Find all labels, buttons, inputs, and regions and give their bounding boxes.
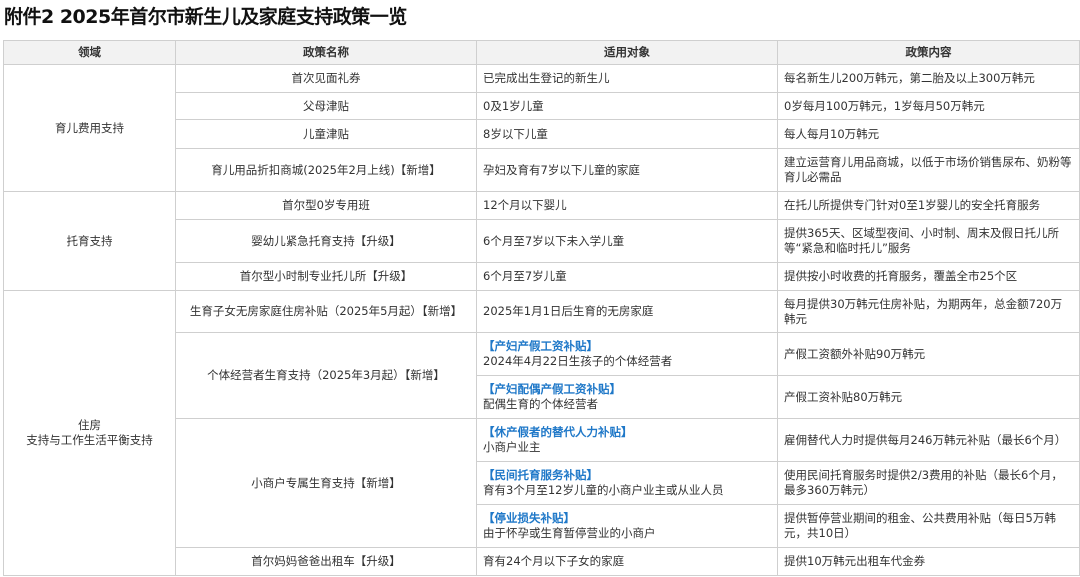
policy-cell: 首尔型0岁专用班 [175, 191, 477, 220]
policy-cell: 首尔妈妈爸爸出租车【升级】 [175, 547, 477, 576]
content-cell: 提供按小时收费的托育服务，覆盖全市25个区 [777, 262, 1080, 291]
target-cell: 【产妇配偶产假工资补贴】 配偶生育的个体经营者 [476, 375, 778, 419]
target-cell: 12个月以下婴儿 [476, 191, 778, 220]
header-content: 政策内容 [777, 40, 1080, 65]
target-title: 【产妇产假工资补贴】 [483, 339, 598, 353]
target-text: 小商户业主 [483, 440, 541, 454]
target-cell: 孕妇及育有7岁以下儿童的家庭 [476, 148, 778, 192]
table-header-row: 领域 政策名称 适用对象 政策内容 [3, 40, 1080, 65]
policy-cell: 父母津贴 [175, 92, 477, 120]
policy-cell: 首次见面礼券 [175, 64, 477, 93]
target-text: 2024年4月22日生孩子的个体经营者 [483, 354, 673, 368]
target-cell: 育有24个月以下子女的家庭 [476, 547, 778, 576]
target-cell: 6个月至7岁以下未入学儿童 [476, 219, 778, 263]
content-cell: 使用民间托育服务时提供2/3费用的补贴（最长6个月，最多360万韩元） [777, 461, 1080, 505]
content-cell: 每月提供30万韩元住房补贴，为期两年，总金额720万韩元 [777, 290, 1080, 333]
target-cell: 6个月至7岁儿童 [476, 262, 778, 291]
target-cell: 【休产假者的替代人力补贴】 小商户业主 [476, 418, 778, 462]
policy-cell: 育儿用品折扣商城(2025年2月上线)【新增】 [175, 148, 477, 192]
content-cell: 产假工资补贴80万韩元 [777, 375, 1080, 419]
content-cell: 建立运营育儿用品商城，以低于市场价销售尿布、奶粉等育儿必需品 [777, 148, 1080, 192]
target-title: 【停业损失补贴】 [483, 511, 575, 525]
content-cell: 雇佣替代人力时提供每月246万韩元补贴（最长6个月） [777, 418, 1080, 462]
target-text: 育有3个月至12岁儿童的小商户业主或从业人员 [483, 483, 724, 497]
target-text: 配偶生育的个体经营者 [483, 397, 598, 411]
policy-table: 领域 政策名称 适用对象 政策内容 育儿费用支持 首次见面礼券 已完成出生登记的… [3, 40, 1080, 576]
target-cell: 【产妇产假工资补贴】 2024年4月22日生孩子的个体经营者 [476, 332, 778, 376]
content-cell: 提供10万韩元出租车代金券 [777, 547, 1080, 576]
target-title: 【产妇配偶产假工资补贴】 [483, 382, 621, 396]
domain-housing-line2: 支持与工作生活平衡支持 [26, 433, 153, 447]
target-text: 由于怀孕或生育暂停营业的小商户 [483, 526, 656, 540]
content-cell: 在托儿所提供专门针对0至1岁婴儿的安全托育服务 [777, 191, 1080, 220]
domain-cell-childcare: 托育支持 [3, 191, 176, 291]
target-cell: 【民间托育服务补贴】 育有3个月至12岁儿童的小商户业主或从业人员 [476, 461, 778, 505]
policy-cell: 小商户专属生育支持【新增】 [175, 418, 477, 548]
target-title: 【民间托育服务补贴】 [483, 468, 598, 482]
header-domain: 领域 [3, 40, 176, 65]
table-row: 育儿费用支持 首次见面礼券 已完成出生登记的新生儿 每名新生儿200万韩元，第二… [3, 64, 1080, 192]
header-policy-name: 政策名称 [175, 40, 477, 65]
content-cell: 0岁每月100万韩元，1岁每月50万韩元 [777, 92, 1080, 120]
target-cell: 【停业损失补贴】 由于怀孕或生育暂停营业的小商户 [476, 504, 778, 548]
content-cell: 提供暂停营业期间的租金、公共费用补贴（每日5万韩元，共10日） [777, 504, 1080, 548]
header-target: 适用对象 [476, 40, 778, 65]
policy-cell: 个体经营者生育支持（2025年3月起）【新增】 [175, 332, 477, 419]
policy-cell: 生育子女无房家庭住房补贴（2025年5月起）【新增】 [175, 290, 477, 333]
target-cell: 0及1岁儿童 [476, 92, 778, 120]
table-row: 住房 支持与工作生活平衡支持 生育子女无房家庭住房补贴（2025年5月起）【新增… [3, 290, 1080, 576]
content-cell: 每名新生儿200万韩元，第二胎及以上300万韩元 [777, 64, 1080, 93]
policy-cell: 首尔型小时制专业托儿所【升级】 [175, 262, 477, 291]
domain-cell-childcare-cost: 育儿费用支持 [3, 64, 176, 192]
domain-housing-line1: 住房 [78, 418, 101, 432]
content-cell: 每人每月10万韩元 [777, 119, 1080, 149]
target-cell: 8岁以下儿童 [476, 119, 778, 149]
table-row: 托育支持 首尔型0岁专用班 12个月以下婴儿 在托儿所提供专门针对0至1岁婴儿的… [3, 191, 1080, 291]
page-title: 附件2 2025年首尔市新生儿及家庭支持政策一览 [4, 6, 407, 28]
target-cell: 已完成出生登记的新生儿 [476, 64, 778, 93]
content-cell: 产假工资额外补贴90万韩元 [777, 332, 1080, 376]
content-cell: 提供365天、区域型夜间、小时制、周末及假日托儿所等“紧急和临时托儿”服务 [777, 219, 1080, 263]
policy-cell: 儿童津贴 [175, 119, 477, 149]
domain-cell-housing: 住房 支持与工作生活平衡支持 [3, 290, 176, 576]
target-title: 【休产假者的替代人力补贴】 [483, 425, 633, 439]
target-cell: 2025年1月1日后生育的无房家庭 [476, 290, 778, 333]
policy-cell: 婴幼儿紧急托育支持【升级】 [175, 219, 477, 263]
